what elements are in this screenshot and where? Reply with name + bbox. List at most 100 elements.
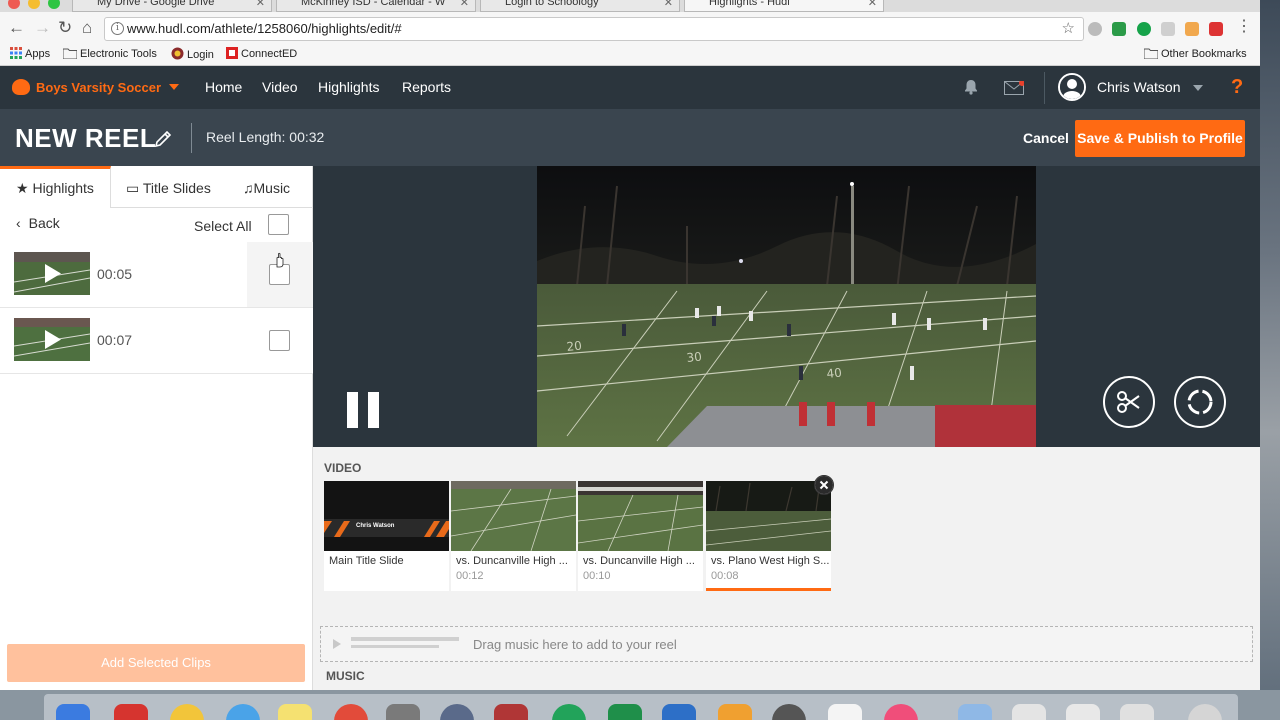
app-icon[interactable] bbox=[718, 704, 752, 720]
remove-clip-button[interactable] bbox=[814, 475, 834, 495]
close-icon bbox=[815, 476, 833, 494]
info-icon[interactable]: i bbox=[111, 22, 124, 35]
reload-icon[interactable]: ↻ bbox=[58, 18, 72, 38]
document-icon[interactable] bbox=[1120, 704, 1154, 720]
tab-music[interactable]: ♫Music bbox=[243, 166, 290, 208]
clip-thumbnail[interactable] bbox=[14, 252, 90, 295]
url-text: www.hudl.com/athlete/1258060/highlights/… bbox=[127, 21, 402, 36]
music-drop-zone[interactable]: Drag music here to add to your reel bbox=[320, 626, 1253, 662]
extension-icon[interactable] bbox=[1209, 22, 1223, 36]
svg-text:20: 20 bbox=[566, 338, 583, 354]
back-button[interactable]: ‹ Back bbox=[16, 215, 60, 231]
bookmark-connected[interactable]: ConnectED bbox=[226, 47, 297, 63]
timeline-clip[interactable]: vs. Duncanville High ... 00:12 bbox=[451, 481, 576, 591]
timeline-clip[interactable]: Chris Watson Main Title Slide bbox=[324, 481, 449, 591]
chevron-left-icon: ‹ bbox=[16, 215, 21, 231]
team-selector[interactable]: Boys Varsity Soccer bbox=[12, 79, 180, 95]
bookmark-label: ConnectED bbox=[241, 48, 298, 60]
extension-icon[interactable] bbox=[1185, 22, 1199, 36]
home-icon[interactable]: ⌂ bbox=[82, 18, 92, 38]
extension-icon[interactable] bbox=[1088, 22, 1102, 36]
trim-button[interactable] bbox=[1103, 376, 1155, 428]
video-frame[interactable]: 20 30 40 bbox=[537, 166, 1036, 447]
extension-icon[interactable] bbox=[1161, 22, 1175, 36]
edit-pencil-icon[interactable] bbox=[153, 129, 173, 149]
bookmark-other[interactable]: Other Bookmarks bbox=[1143, 47, 1247, 63]
document-icon[interactable] bbox=[1066, 704, 1100, 720]
bookmark-label: Other Bookmarks bbox=[1161, 48, 1247, 60]
excel-icon[interactable] bbox=[608, 704, 642, 720]
clip-checkbox[interactable] bbox=[269, 330, 290, 351]
calendar-icon[interactable] bbox=[114, 704, 148, 720]
close-icon[interactable]: ✕ bbox=[868, 0, 877, 10]
timeline-clip[interactable]: vs. Duncanville High ... 00:10 bbox=[578, 481, 703, 591]
clip-checkbox-cell[interactable] bbox=[247, 242, 313, 307]
maximize-window-icon[interactable] bbox=[48, 0, 60, 9]
chevron-down-icon[interactable] bbox=[1193, 85, 1203, 91]
bookmark-label: Login bbox=[187, 49, 214, 61]
back-arrow-icon[interactable]: ← bbox=[8, 18, 25, 38]
tab-title-slides[interactable]: ▭ Title Slides bbox=[126, 166, 211, 208]
video-section-label: VIDEO bbox=[324, 461, 362, 475]
acrobat-icon[interactable] bbox=[828, 704, 862, 720]
clip-thumbnail[interactable] bbox=[14, 318, 90, 361]
notes-icon[interactable] bbox=[278, 704, 312, 720]
menu-icon[interactable]: ⋮ bbox=[1236, 17, 1252, 37]
forward-arrow-icon[interactable]: → bbox=[34, 18, 51, 38]
extension-icon[interactable] bbox=[1112, 22, 1126, 36]
nav-highlights[interactable]: Highlights bbox=[318, 79, 379, 95]
bookmark-login[interactable]: Login bbox=[171, 47, 214, 64]
tab-label: Highlights bbox=[32, 180, 94, 196]
nav-home[interactable]: Home bbox=[205, 79, 242, 95]
close-icon[interactable]: ✕ bbox=[460, 0, 469, 10]
tab-highlights[interactable]: ★ Highlights bbox=[0, 166, 111, 208]
timeline-clip-active[interactable]: vs. Plano West High S... 00:08 bbox=[706, 481, 831, 591]
bookmark-label: Apps bbox=[25, 48, 51, 60]
list-item[interactable]: 00:07 bbox=[0, 308, 313, 374]
app-icon[interactable] bbox=[494, 704, 528, 720]
notifications-bell-icon[interactable] bbox=[963, 79, 979, 95]
minimize-window-icon[interactable] bbox=[28, 0, 40, 9]
browser-tab[interactable]: McKinney ISD - Calendar - W ✕ bbox=[276, 0, 476, 12]
user-name[interactable]: Chris Watson bbox=[1097, 79, 1181, 95]
pause-button[interactable] bbox=[347, 392, 381, 428]
spotlight-button[interactable] bbox=[1174, 376, 1226, 428]
add-selected-clips-button[interactable]: Add Selected Clips bbox=[7, 644, 305, 682]
bookmark-apps[interactable]: Apps bbox=[10, 47, 50, 63]
save-publish-button[interactable]: Save & Publish to Profile bbox=[1075, 120, 1245, 157]
list-item[interactable]: 00:05 bbox=[0, 242, 313, 308]
browser-tab-active[interactable]: Highlights - Hudl ✕ bbox=[684, 0, 884, 12]
grammarly-icon[interactable] bbox=[1137, 22, 1151, 36]
clip-checkbox-cell[interactable] bbox=[247, 308, 313, 373]
music-drop-hint: Drag music here to add to your reel bbox=[473, 637, 677, 652]
scissors-icon bbox=[1117, 391, 1140, 413]
tab-label: Title Slides bbox=[142, 180, 211, 196]
address-bar[interactable]: i www.hudl.com/athlete/1258060/highlight… bbox=[104, 17, 1084, 41]
select-all-checkbox[interactable] bbox=[268, 214, 289, 235]
close-icon[interactable]: ✕ bbox=[256, 0, 265, 10]
calculator-icon[interactable] bbox=[386, 704, 420, 720]
tab-label: Music bbox=[253, 180, 291, 196]
document-icon[interactable] bbox=[1012, 704, 1046, 720]
word-icon[interactable] bbox=[662, 704, 696, 720]
close-window-icon[interactable] bbox=[8, 0, 20, 9]
nav-video[interactable]: Video bbox=[262, 79, 298, 95]
bookmark-star-icon[interactable]: ☆ bbox=[1062, 18, 1075, 40]
close-icon[interactable]: ✕ bbox=[664, 0, 673, 10]
svg-text:40: 40 bbox=[826, 365, 843, 381]
cancel-button[interactable]: Cancel bbox=[1023, 130, 1069, 146]
help-icon[interactable]: ? bbox=[1231, 76, 1243, 99]
slide-name: Chris Watson bbox=[356, 523, 395, 529]
folder-icon[interactable] bbox=[958, 704, 992, 720]
folder-icon bbox=[62, 48, 78, 63]
nav-reports[interactable]: Reports bbox=[402, 79, 451, 95]
audio-track-placeholder-icon bbox=[333, 637, 459, 649]
clip-title: vs. Duncanville High ... bbox=[583, 555, 695, 567]
browser-tab[interactable]: Login to Schoology ✕ bbox=[480, 0, 680, 12]
bookmark-electronic-tools[interactable]: Electronic Tools bbox=[62, 47, 157, 63]
browser-tab[interactable]: My Drive - Google Drive ✕ bbox=[72, 0, 272, 12]
avatar[interactable] bbox=[1058, 73, 1086, 101]
select-all-label: Select All bbox=[194, 218, 252, 234]
finder-icon[interactable] bbox=[56, 704, 90, 720]
messages-mail-icon[interactable] bbox=[1004, 81, 1024, 95]
